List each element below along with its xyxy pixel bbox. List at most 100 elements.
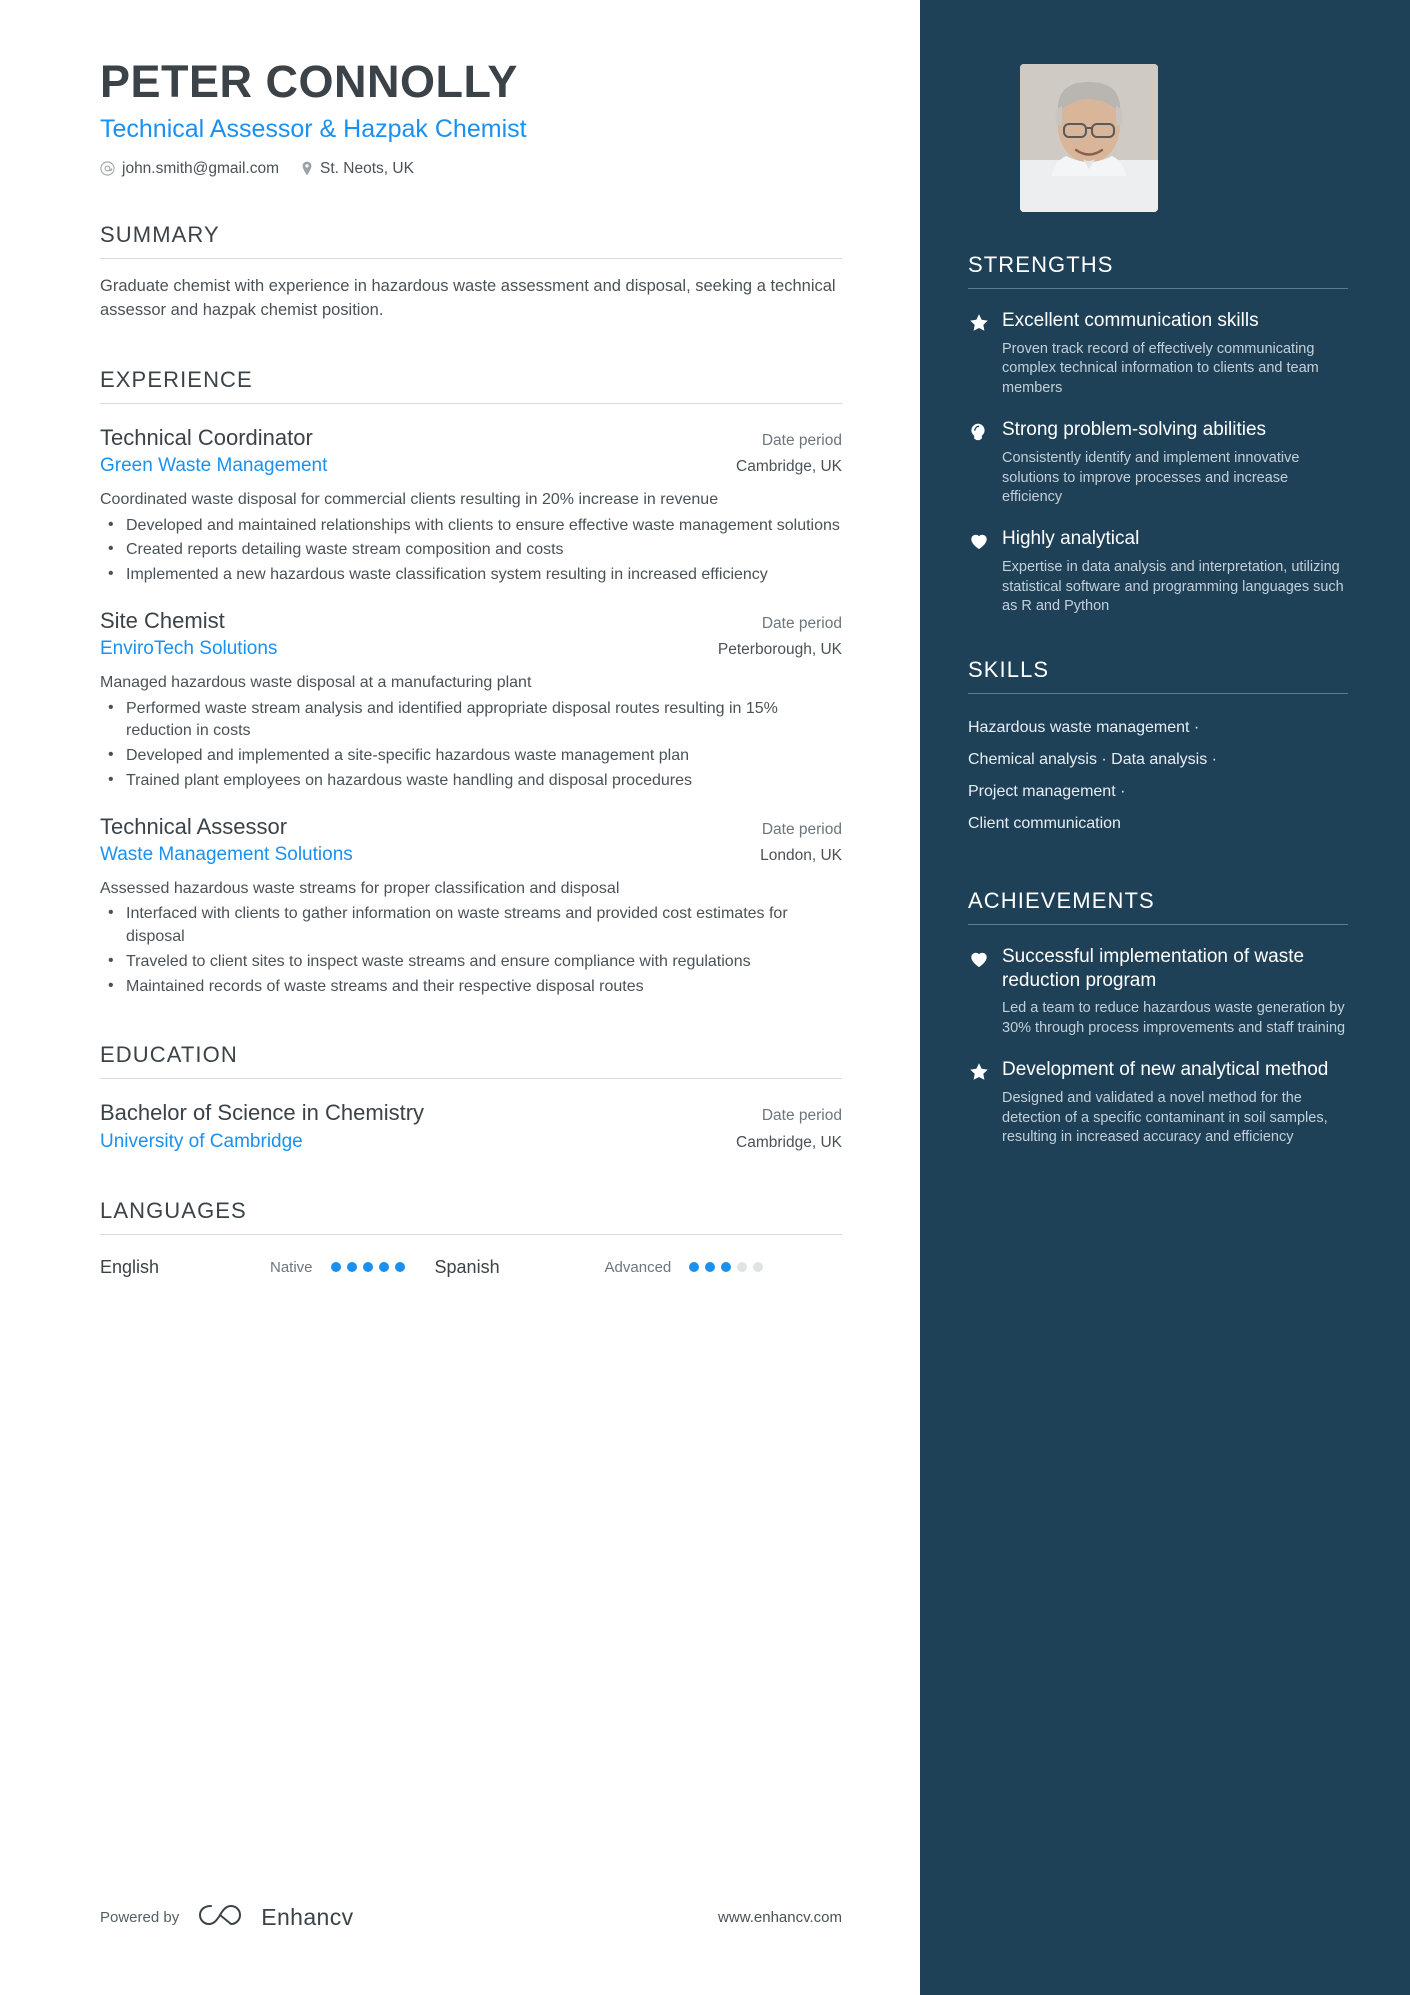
strength-item: Highly analytical Expertise in data anal… — [968, 527, 1348, 616]
achievements-heading: ACHIEVEMENTS — [968, 887, 1155, 913]
job-location: Cambridge, UK — [736, 458, 842, 476]
list-item: Trained plant employees on hazardous was… — [100, 769, 842, 793]
list-item: Implemented a new hazardous waste classi… — [100, 563, 842, 587]
divider — [100, 1078, 842, 1080]
job-location: London, UK — [760, 847, 842, 864]
job-description: Managed hazardous waste disposal at a ma… — [100, 673, 532, 691]
education-entry: Bachelor of Science in Chemistry Date pe… — [100, 1099, 842, 1153]
company-name[interactable]: Waste Management Solutions — [100, 843, 353, 867]
strength-name: Excellent communication skills — [1002, 310, 1259, 331]
lightbulb-icon — [968, 418, 1002, 507]
languages-heading: LANGUAGES — [100, 1197, 247, 1223]
job-date: Date period — [761, 431, 842, 449]
rating-dot — [689, 1262, 700, 1273]
rating-dot — [753, 1262, 764, 1273]
email-text: john.smith@gmail.com — [122, 159, 280, 177]
job-location: Peterborough, UK — [717, 641, 842, 659]
language-rating-dots — [689, 1262, 764, 1273]
achievement-name: Successful implementation of waste reduc… — [1002, 945, 1305, 991]
summary-heading: SUMMARY — [100, 221, 220, 247]
strength-name: Highly analytical — [1002, 528, 1140, 550]
divider — [100, 1233, 842, 1235]
company-name[interactable]: Green Waste Management — [100, 454, 327, 478]
experience-section: EXPERIENCE Technical Coordinator Date pe… — [100, 367, 842, 999]
rating-dot — [362, 1262, 373, 1273]
language-name: Spanish — [434, 1256, 500, 1277]
map-pin-icon — [301, 161, 313, 176]
experience-entry: Technical Assessor Date period Waste Man… — [100, 813, 842, 999]
rating-dot — [721, 1262, 732, 1273]
school-name[interactable]: University of Cambridge — [100, 1130, 303, 1154]
summary-section: SUMMARY Graduate chemist with experience… — [100, 222, 842, 323]
job-date: Date period — [761, 820, 842, 838]
main-column: PETER CONNOLLY Technical Assessor & Hazp… — [0, 0, 920, 1995]
strengths-heading: STRENGTHS — [968, 252, 1114, 277]
strength-description: Expertise in data analysis and interpret… — [1002, 559, 1344, 615]
achievement-name: Development of new analytical method — [1002, 1059, 1329, 1081]
divider — [968, 288, 1348, 289]
rating-dot — [394, 1262, 405, 1273]
list-item: Developed and maintained relationships w… — [100, 514, 842, 538]
divider — [968, 692, 1348, 694]
languages-section: LANGUAGES English Native Spanish Advance… — [100, 1198, 842, 1278]
location-contact: St. Neots, UK — [301, 160, 414, 178]
strength-description: Consistently identify and implement inno… — [1002, 450, 1300, 505]
strength-name: Strong problem-solving abilities — [1002, 419, 1267, 441]
list-item: Interfaced with clients to gather inform… — [100, 902, 842, 948]
resume-page: PETER CONNOLLY Technical Assessor & Hazp… — [0, 0, 1410, 1995]
rating-dot — [737, 1262, 748, 1273]
job-bullets: Interfaced with clients to gather inform… — [100, 902, 842, 999]
brand-name: Enhancv — [261, 1904, 354, 1930]
powered-by-block: Powered by Enhancv — [100, 1902, 354, 1933]
experience-heading: EXPERIENCE — [100, 366, 253, 392]
skill-line: Client communication — [968, 814, 1121, 832]
achievement-description: Led a team to reduce hazardous waste gen… — [1002, 1000, 1346, 1036]
powered-by-label: Powered by — [100, 1909, 180, 1926]
website-url[interactable]: www.enhancv.com — [718, 1909, 842, 1926]
education-heading: EDUCATION — [100, 1042, 238, 1068]
list-item: Maintained records of waste streams and … — [100, 975, 842, 999]
achievement-item: Development of new analytical method Des… — [968, 1058, 1348, 1147]
list-item: Developed and implemented a site-specifi… — [100, 744, 842, 768]
strength-item: Excellent communication skills Proven tr… — [968, 309, 1348, 398]
at-icon — [100, 161, 115, 176]
company-name[interactable]: EnviroTech Solutions — [100, 637, 277, 661]
rating-dot — [705, 1262, 716, 1273]
sidebar: STRENGTHS Excellent communication skills… — [920, 0, 1410, 1995]
divider — [968, 923, 1348, 925]
rating-dot — [346, 1262, 357, 1273]
language-item: English Native — [100, 1257, 405, 1278]
job-title: Technical Assessor — [100, 813, 288, 839]
heart-icon — [968, 527, 1002, 616]
strengths-section: STRENGTHS Excellent communication skills… — [968, 252, 1348, 617]
profile-photo — [1020, 64, 1158, 212]
skill-line: Chemical analysis · Data analysis · — [968, 750, 1217, 768]
divider — [100, 402, 842, 404]
location-text: St. Neots, UK — [320, 159, 414, 177]
skills-heading: SKILLS — [968, 656, 1050, 682]
job-description: Assessed hazardous waste streams for pro… — [100, 879, 620, 897]
header-block: PETER CONNOLLY Technical Assessor & Hazp… — [100, 58, 842, 178]
email-contact[interactable]: john.smith@gmail.com — [100, 160, 279, 178]
experience-entry: Technical Coordinator Date period Green … — [100, 424, 842, 587]
divider — [100, 257, 842, 259]
language-level: Advanced — [604, 1258, 672, 1276]
job-date: Date period — [761, 614, 842, 632]
language-item: Spanish Advanced — [435, 1257, 764, 1278]
list-item: Performed waste stream analysis and iden… — [100, 697, 842, 743]
job-title: Technical Coordinator — [100, 424, 313, 450]
enhancv-logo-icon — [197, 1902, 243, 1933]
achievements-section: ACHIEVEMENTS Successful implementation o… — [968, 888, 1348, 1148]
page-title: PETER CONNOLLY — [100, 56, 518, 107]
job-role-subtitle: Technical Assessor & Hazpak Chemist — [100, 114, 527, 143]
rating-dot — [378, 1262, 389, 1273]
strength-item: Strong problem-solving abilities Consist… — [968, 418, 1348, 507]
job-bullets: Performed waste stream analysis and iden… — [100, 697, 842, 793]
languages-row: English Native Spanish Advanced — [100, 1257, 842, 1278]
contact-row: john.smith@gmail.com St. Neots, UK — [100, 160, 842, 178]
star-icon — [968, 309, 1002, 398]
skill-line: Project management · — [968, 782, 1126, 800]
heart-icon — [968, 945, 1002, 1039]
education-section: EDUCATION Bachelor of Science in Chemist… — [100, 1042, 842, 1153]
language-level: Native — [270, 1258, 313, 1276]
